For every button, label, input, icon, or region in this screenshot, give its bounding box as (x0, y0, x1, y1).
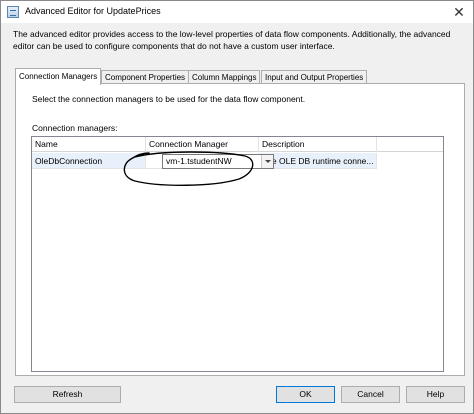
editor-app-icon (7, 6, 19, 18)
connection-managers-grid: Name Connection Manager Description OleD… (31, 136, 444, 372)
title-bar: Advanced Editor for UpdatePrices ✕ (1, 1, 473, 23)
advanced-editor-dialog: Advanced Editor for UpdatePrices ✕ The a… (0, 0, 474, 414)
chevron-down-icon[interactable] (261, 155, 273, 168)
connection-manager-value: vm-1.tstudentNW (166, 155, 232, 168)
editor-description: The advanced editor provides access to t… (13, 29, 451, 51)
column-header-name[interactable]: Name (32, 137, 146, 152)
tab-column-mappings[interactable]: Column Mappings (188, 70, 261, 84)
connection-managers-label: Connection managers: (32, 123, 118, 133)
cell-description[interactable]: The OLE DB runtime conne... (259, 153, 377, 169)
close-button[interactable]: ✕ (451, 4, 467, 20)
help-button[interactable]: Help (406, 386, 465, 403)
window-title: Advanced Editor for UpdatePrices (25, 6, 161, 16)
column-header-connection-manager[interactable]: Connection Manager (146, 137, 259, 152)
refresh-button[interactable]: Refresh (14, 386, 121, 403)
tab-input-output-properties[interactable]: Input and Output Properties (261, 70, 368, 84)
column-header-description[interactable]: Description (259, 137, 377, 152)
connection-manager-dropdown[interactable]: vm-1.tstudentNW (162, 154, 274, 169)
ok-button[interactable]: OK (276, 386, 335, 403)
grid-header: Name Connection Manager Description (32, 137, 443, 152)
tab-component-properties[interactable]: Component Properties (101, 70, 190, 84)
connection-managers-panel: Select the connection managers to be use… (15, 83, 465, 376)
cell-name[interactable]: OleDbConnection (32, 153, 146, 169)
cancel-button[interactable]: Cancel (341, 386, 400, 403)
tab-connection-managers[interactable]: Connection Managers (15, 68, 102, 85)
panel-instruction: Select the connection managers to be use… (32, 94, 306, 104)
